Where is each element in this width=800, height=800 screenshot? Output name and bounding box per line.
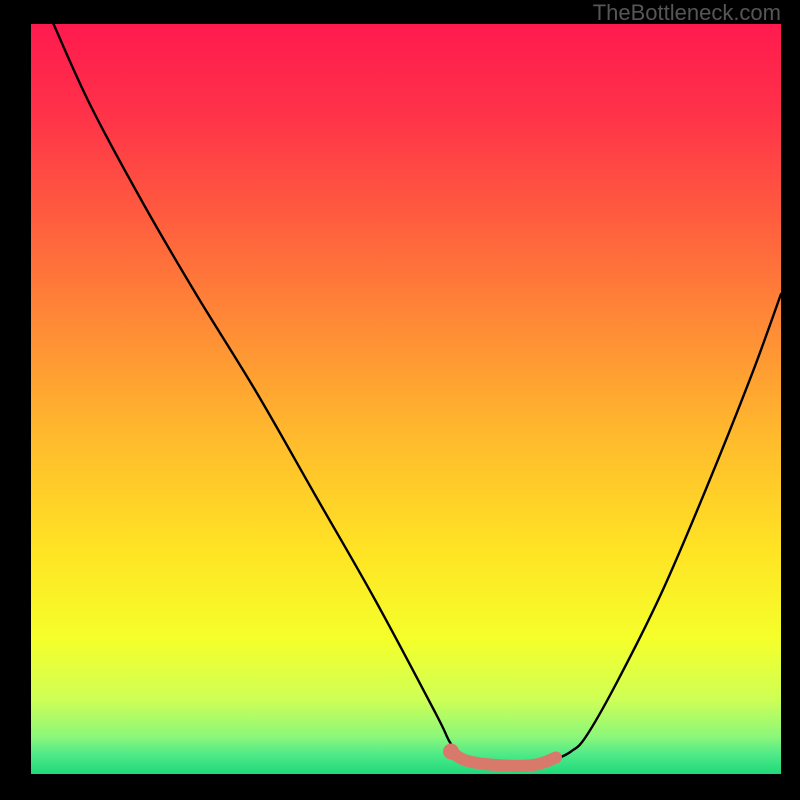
highlight-dot xyxy=(443,744,459,760)
curve-layer xyxy=(31,24,781,774)
bottleneck-curve xyxy=(54,24,782,768)
chart-container: TheBottleneck.com xyxy=(0,0,800,800)
highlight-segment xyxy=(451,752,556,766)
plot-area xyxy=(31,24,781,774)
watermark-text: TheBottleneck.com xyxy=(593,0,781,26)
